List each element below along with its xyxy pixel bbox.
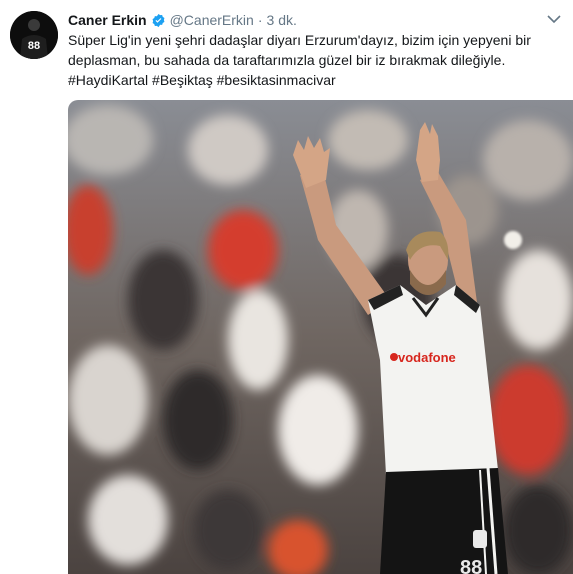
stadium-photo: vodafone 88: [68, 100, 573, 574]
avatar[interactable]: 88: [10, 11, 58, 59]
author-name[interactable]: Caner Erkin: [68, 10, 147, 30]
timestamp[interactable]: 3 dk.: [267, 10, 297, 30]
avatar-number: 88: [28, 40, 40, 52]
tweet-text: Süper Lig'in yeni şehri dadaşlar diyarı …: [68, 30, 558, 90]
tweet-photo[interactable]: vodafone 88: [68, 100, 573, 574]
tweet-header: Caner Erkin @CanerErkin · 3 dk.: [68, 10, 297, 30]
chevron-down-icon[interactable]: [545, 12, 563, 26]
shirt-sponsor: vodafone: [398, 350, 456, 365]
author-handle[interactable]: @CanerErkin: [170, 10, 254, 30]
header-separator: ·: [257, 12, 263, 28]
tweet-text-line: Süper Lig'in yeni şehri dadaşlar diyarı …: [68, 32, 531, 48]
hashtag-link[interactable]: #Beşiktaş: [152, 72, 213, 88]
hashtag-link[interactable]: #HaydiKartal: [68, 72, 148, 88]
tweet-text-line: deplasman, bu sahada da taraftarımızla g…: [68, 52, 506, 68]
tweet-card: 88 Caner Erkin @CanerErkin · 3 dk. Süper…: [0, 0, 573, 574]
hashtag-line: #HaydiKartal #Beşiktaş #besiktasinmaciva…: [68, 70, 558, 90]
verified-badge-icon: [151, 13, 166, 28]
hashtag-link[interactable]: #besiktasinmacivar: [217, 72, 336, 88]
shorts-number: 88: [460, 557, 482, 574]
avatar-image: 88: [10, 11, 58, 59]
